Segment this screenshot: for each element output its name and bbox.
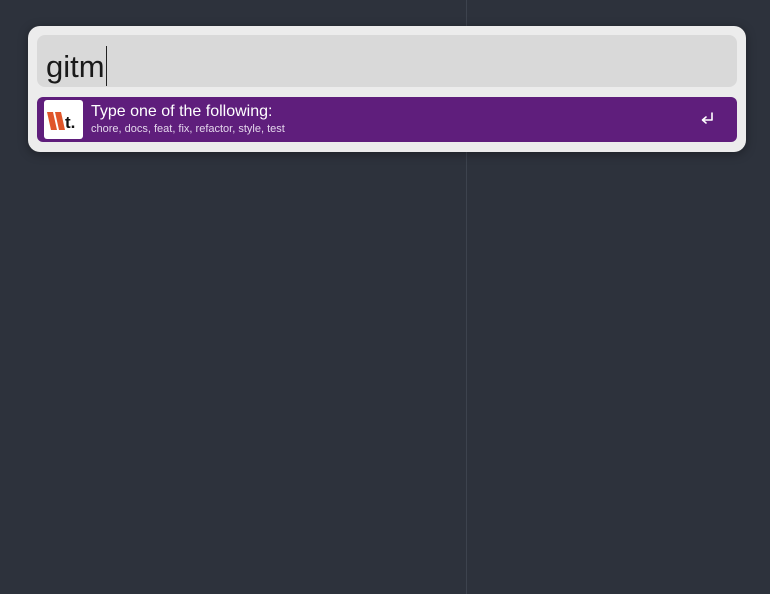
text-caret xyxy=(105,46,108,86)
result-item-selected[interactable]: t. Type one of the following: chore, doc… xyxy=(37,97,737,142)
search-query-value: gitm xyxy=(46,49,105,84)
launcher-panel: gitm t. Type one of the following: chore… xyxy=(28,26,746,152)
result-title: Type one of the following: xyxy=(91,103,273,120)
search-input[interactable]: gitm xyxy=(37,35,737,87)
search-query-text: gitm xyxy=(46,46,108,86)
svg-text:t.: t. xyxy=(65,113,75,132)
app-logo-icon: t. xyxy=(44,100,83,139)
return-key-icon xyxy=(698,110,716,128)
result-subtitle: chore, docs, feat, fix, refactor, style,… xyxy=(91,123,285,135)
